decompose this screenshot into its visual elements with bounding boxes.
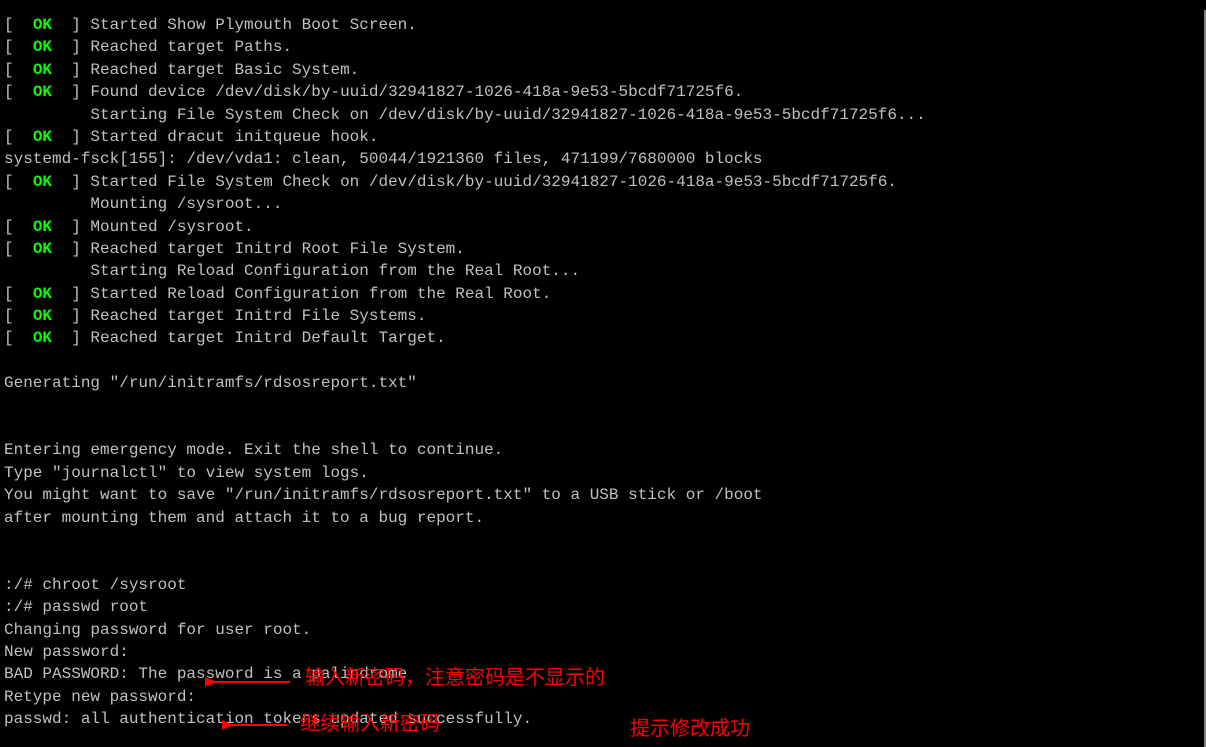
annotation-retype-password: 继续输入新密码 — [300, 710, 440, 738]
terminal-line: Starting File System Check on /dev/disk/… — [4, 104, 1206, 126]
status-ok: OK — [33, 307, 52, 325]
terminal-line: [ OK ] Reached target Initrd File System… — [4, 305, 1206, 327]
terminal-line: after mounting them and attach it to a b… — [4, 507, 1206, 529]
terminal-line: [ OK ] Started Reload Configuration from… — [4, 283, 1206, 305]
annotation-new-password: 输入新密码，注意密码是不显示的 — [305, 664, 605, 692]
terminal-line: [ OK ] Reached target Initrd Root File S… — [4, 238, 1206, 260]
terminal-line: New password: — [4, 641, 1206, 663]
terminal-line: BAD PASSWORD: The password is a palindro… — [4, 663, 1206, 685]
status-ok: OK — [33, 173, 52, 191]
terminal-line: [ OK ] Reached target Initrd Default Tar… — [4, 327, 1206, 349]
terminal-line: [ OK ] Reached target Paths. — [4, 36, 1206, 58]
terminal-line — [4, 395, 1206, 417]
status-ok: OK — [33, 38, 52, 56]
terminal-line: [ OK ] Started Show Plymouth Boot Screen… — [4, 14, 1206, 36]
status-ok: OK — [33, 240, 52, 258]
terminal-line: You might want to save "/run/initramfs/r… — [4, 484, 1206, 506]
terminal-line: :/# chroot /sysroot — [4, 574, 1206, 596]
status-ok: OK — [33, 16, 52, 34]
terminal-line — [4, 529, 1206, 551]
status-ok: OK — [33, 285, 52, 303]
terminal-line: [ OK ] Started dracut initqueue hook. — [4, 126, 1206, 148]
terminal-line: [ OK ] Started File System Check on /dev… — [4, 171, 1206, 193]
terminal-line: Starting Reload Configuration from the R… — [4, 260, 1206, 282]
terminal-line: Retype new password: — [4, 686, 1206, 708]
status-ok: OK — [33, 128, 52, 146]
terminal-line: Generating "/run/initramfs/rdsosreport.t… — [4, 372, 1206, 394]
terminal-line: Mounting /sysroot... — [4, 193, 1206, 215]
terminal-line — [4, 551, 1206, 573]
terminal-line: systemd-fsck[155]: /dev/vda1: clean, 500… — [4, 148, 1206, 170]
terminal-line — [4, 417, 1206, 439]
terminal-line: Changing password for user root. — [4, 619, 1206, 641]
terminal-line: passwd: all authentication tokens update… — [4, 708, 1206, 730]
terminal-line: :/# passwd root — [4, 596, 1206, 618]
status-ok: OK — [33, 218, 52, 236]
terminal-line: Entering emergency mode. Exit the shell … — [4, 439, 1206, 461]
terminal-line: [ OK ] Found device /dev/disk/by-uuid/32… — [4, 81, 1206, 103]
annotation-success: 提示修改成功 — [630, 715, 750, 743]
terminal-output: [ OK ] Started Show Plymouth Boot Screen… — [0, 10, 1206, 731]
terminal-line — [4, 350, 1206, 372]
status-ok: OK — [33, 61, 52, 79]
status-ok: OK — [33, 329, 52, 347]
terminal-line: [ OK ] Reached target Basic System. — [4, 59, 1206, 81]
terminal-line: [ OK ] Mounted /sysroot. — [4, 216, 1206, 238]
status-ok: OK — [33, 83, 52, 101]
terminal-line: Type "journalctl" to view system logs. — [4, 462, 1206, 484]
